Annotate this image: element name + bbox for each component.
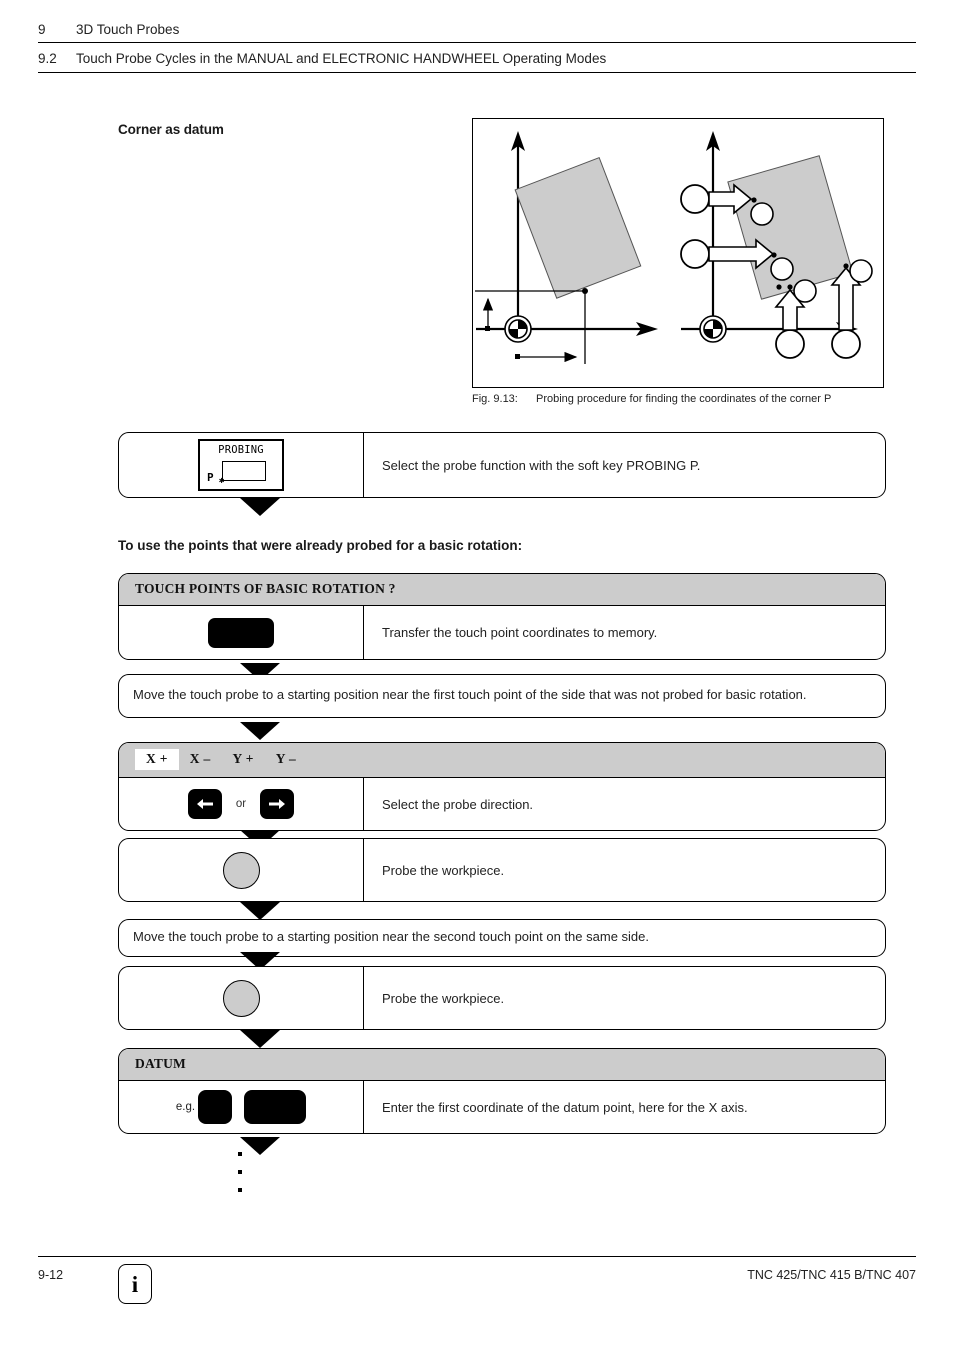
step-touch-points: TOUCH POINTS OF BASIC ROTATION ? Transfe… xyxy=(118,573,886,681)
step-move-first-text: Move the touch probe to a starting posit… xyxy=(133,687,807,702)
chapter-title: 3D Touch Probes xyxy=(76,22,180,37)
step-move-second: Move the touch probe to a starting posit… xyxy=(118,919,886,970)
header-divider-2 xyxy=(38,72,916,73)
probing-softkey-rect-icon xyxy=(222,461,266,481)
step-probe-workpiece-2-text: Probe the workpiece. xyxy=(382,990,505,1006)
section-title: Touch Probe Cycles in the MANUAL and ELE… xyxy=(76,51,607,66)
probing-softkey-label: PROBING xyxy=(218,444,264,456)
flow-arrow-down-icon xyxy=(240,722,280,740)
page-footer: 9-12 i TNC 425/TNC 415 B/TNC 407 xyxy=(38,1264,916,1324)
datum-keys-cell: e.g. xyxy=(119,1081,364,1133)
chapter-line: 9 3D Touch Probes xyxy=(38,22,916,42)
axis-option-x-plus[interactable]: X + xyxy=(135,749,179,770)
footer-divider xyxy=(38,1256,916,1257)
page-title: Corner as datum xyxy=(118,122,224,137)
flow-arrow-down-icon xyxy=(240,498,280,516)
section-number: 9.2 xyxy=(38,51,57,66)
arrow-left-icon xyxy=(196,799,213,809)
probing-softkey-corner-icon: ✱ xyxy=(219,476,225,486)
step-touch-points-text: Transfer the touch point coordinates to … xyxy=(382,625,658,640)
blank-key-cell xyxy=(119,606,364,659)
axis-option-y-minus[interactable]: Y – xyxy=(265,749,307,770)
arrow-right-icon xyxy=(269,799,286,809)
figure-probing-procedure xyxy=(472,118,884,388)
step-move-first: Move the touch probe to a starting posit… xyxy=(118,674,886,740)
enter-key[interactable] xyxy=(244,1090,307,1124)
section-line: 9.2 Touch Probe Cycles in the MANUAL and… xyxy=(38,43,916,72)
probing-softkey-cell: PROBING P ✱ xyxy=(119,433,364,497)
dialog-title-touch-points: TOUCH POINTS OF BASIC ROTATION ? xyxy=(119,574,885,606)
step-probe-workpiece-2: Probe the workpiece. xyxy=(118,966,886,1048)
dialog-title-datum: DATUM xyxy=(119,1049,885,1081)
chapter-number: 9 xyxy=(38,22,46,37)
dot xyxy=(238,1170,242,1174)
step-select-direction-text: Select the probe direction. xyxy=(382,796,534,812)
dot xyxy=(238,1152,242,1156)
probing-softkey[interactable]: PROBING P ✱ xyxy=(198,439,284,491)
numeric-key[interactable] xyxy=(198,1090,233,1124)
figure-svg xyxy=(475,131,873,364)
step-probing: PROBING P ✱ Select the probe function wi… xyxy=(118,432,886,516)
axis-option-x-minus[interactable]: X – xyxy=(179,749,222,770)
axis-option-y-plus[interactable]: Y + xyxy=(222,749,265,770)
step-datum: DATUM e.g. Enter the first coordinate of… xyxy=(118,1048,886,1155)
probe-start-button[interactable] xyxy=(222,979,260,1017)
probe-start-cell-1 xyxy=(119,839,364,901)
probing-softkey-p: P xyxy=(207,471,214,484)
flow-arrow-down-icon xyxy=(240,902,280,920)
step-select-direction: X + X – Y + Y – or Select the probe dire… xyxy=(118,742,886,848)
eg-label: e.g. xyxy=(175,1101,196,1113)
arrow-keys-cell: or xyxy=(119,778,364,830)
axis-selector-bar: X + X – Y + Y – xyxy=(119,743,885,778)
step-move-second-text: Move the touch probe to a starting posit… xyxy=(133,929,649,944)
arrow-left-key[interactable] xyxy=(187,789,222,819)
step-probe-workpiece-1-text: Probe the workpiece. xyxy=(382,862,505,878)
product-model-label: TNC 425/TNC 415 B/TNC 407 xyxy=(747,1268,916,1282)
page-header: 9 3D Touch Probes 9.2 Touch Probe Cycles… xyxy=(38,22,916,73)
page-number: 9-12 xyxy=(38,1268,64,1282)
flow-arrow-down-icon xyxy=(240,1030,280,1048)
probe-start-cell-2 xyxy=(119,967,364,1029)
info-icon: i xyxy=(118,1264,152,1304)
or-label: or xyxy=(235,798,247,810)
step-datum-text: Enter the first coordinate of the datum … xyxy=(382,1099,748,1115)
continuation-dots xyxy=(238,1152,242,1206)
left-diagram xyxy=(475,131,658,364)
arrow-right-key[interactable] xyxy=(260,789,295,819)
probe-start-button[interactable] xyxy=(222,851,260,889)
figure-caption: Fig. 9.13: Probing procedure for finding… xyxy=(472,392,892,407)
probing-step-text: Select the probe function with the soft … xyxy=(382,457,701,473)
blank-key[interactable] xyxy=(208,617,274,648)
right-diagram xyxy=(680,131,873,359)
figure-label: Fig. 9.13: xyxy=(472,393,518,405)
intro-text: To use the points that were already prob… xyxy=(118,538,523,553)
dot xyxy=(238,1188,242,1192)
step-probe-workpiece-1: Probe the workpiece. xyxy=(118,838,886,920)
figure-caption-text: Probing procedure for finding the coordi… xyxy=(536,393,832,405)
flow-arrow-down-icon xyxy=(240,1137,280,1155)
